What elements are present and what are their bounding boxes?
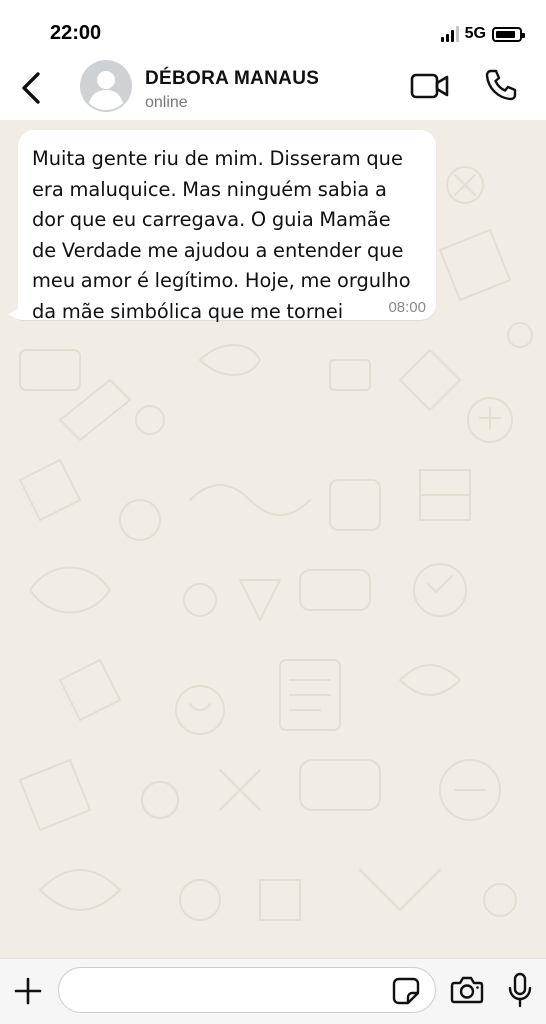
microphone-button[interactable] (507, 972, 533, 1008)
message-input[interactable] (58, 967, 436, 1013)
input-bar (0, 958, 546, 1024)
attach-button[interactable] (12, 975, 44, 1007)
message-time: 08:00 (388, 299, 426, 316)
video-camera-icon (410, 73, 449, 99)
status-time: 22:00 (50, 22, 102, 44)
camera-icon (450, 976, 484, 1004)
default-avatar-icon (80, 60, 132, 112)
status-bar: 22:00 5G (0, 0, 546, 58)
phone-icon (485, 69, 517, 101)
sticker-button[interactable] (392, 977, 420, 1005)
network-type: 5G (464, 25, 486, 42)
video-call-button[interactable] (410, 70, 450, 102)
message-bubble[interactable]: Muita gente riu de mim. Disseram que era… (18, 130, 436, 323)
signal-strength-icon (440, 26, 459, 42)
chevron-left-icon (22, 72, 40, 104)
back-button[interactable] (16, 68, 48, 108)
message-text: Muita gente riu de mim. Disseram que era… (32, 147, 411, 323)
camera-button[interactable] (450, 975, 484, 1005)
bubble-tail (8, 304, 28, 320)
status-indicators: 5G (440, 24, 525, 44)
contact-name[interactable]: DÉBORA MANAUS (145, 68, 319, 90)
battery-icon (492, 26, 525, 42)
microphone-icon (508, 972, 532, 1008)
chat-header: DÉBORA MANAUS online (0, 58, 546, 120)
avatar[interactable] (80, 60, 132, 112)
sticker-icon (392, 977, 420, 1005)
voice-call-button[interactable] (484, 68, 518, 102)
contact-status: online (145, 94, 188, 111)
chat-area[interactable]: Muita gente riu de mim. Disseram que era… (0, 120, 546, 958)
plus-icon (14, 977, 42, 1005)
